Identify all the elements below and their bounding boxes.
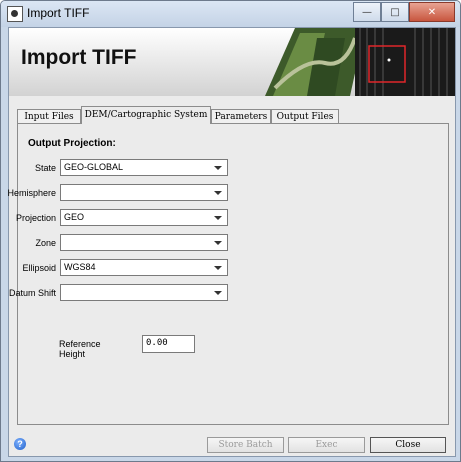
projection-select[interactable]: GEO — [60, 209, 228, 226]
tab-parameters[interactable]: Parameters — [211, 109, 271, 124]
window-controls: — □ ✕ — [353, 2, 455, 22]
ellipsoid-select[interactable]: WGS84 — [60, 259, 228, 276]
projection-value: GEO — [64, 212, 85, 222]
tab-output-files[interactable]: Output Files — [271, 109, 339, 124]
projection-label: Projection — [15, 213, 56, 223]
chevron-down-icon — [214, 166, 222, 170]
close-button[interactable]: Close — [370, 437, 446, 453]
exec-button[interactable]: Exec — [288, 437, 365, 453]
import-tiff-window: Import TIFF — □ ✕ Import TIFF Input File… — [0, 0, 461, 462]
reference-height-input[interactable]: 0.00 — [142, 335, 195, 353]
chevron-down-icon — [214, 266, 222, 270]
help-icon[interactable]: ? — [14, 438, 26, 450]
title-bar: Import TIFF — □ ✕ — [1, 1, 460, 27]
chevron-down-icon — [214, 216, 222, 220]
tab-panel: Output Projection: State GEO-GLOBAL Hemi… — [7, 123, 449, 425]
ellipsoid-label: Ellipsoid — [22, 263, 56, 273]
hemisphere-label: Hemisphere — [7, 188, 56, 198]
window-title: Import TIFF — [27, 6, 90, 20]
close-window-button[interactable]: ✕ — [409, 2, 455, 22]
maximize-button[interactable]: □ — [381, 2, 409, 22]
dialog-body: Import TIFF Input Files DEM/Cartographic… — [7, 27, 456, 457]
tab-dem-cartographic-system[interactable]: DEM/Cartographic System — [81, 106, 211, 124]
zone-select[interactable] — [60, 234, 228, 251]
minimize-button[interactable]: — — [353, 2, 381, 22]
chevron-down-icon — [214, 241, 222, 245]
ellipsoid-value: WGS84 — [64, 262, 96, 272]
state-value: GEO-GLOBAL — [64, 162, 124, 172]
banner: Import TIFF — [9, 28, 455, 96]
chevron-down-icon — [214, 191, 222, 195]
hemisphere-select[interactable] — [60, 184, 228, 201]
zone-label: Zone — [35, 238, 56, 248]
chevron-down-icon — [214, 291, 222, 295]
tab-input-files[interactable]: Input Files — [17, 109, 81, 124]
datum-shift-label: Datum Shift — [8, 288, 56, 298]
store-batch-button[interactable]: Store Batch — [207, 437, 284, 453]
output-projection-heading: Output Projection: — [28, 138, 116, 149]
app-icon — [7, 6, 23, 22]
datum-shift-select[interactable] — [60, 284, 228, 301]
banner-satellite-image — [265, 28, 455, 96]
state-select[interactable]: GEO-GLOBAL — [60, 159, 228, 176]
state-label: State — [34, 163, 56, 173]
reference-height-label: Reference Height — [59, 339, 101, 359]
banner-title: Import TIFF — [21, 46, 137, 69]
